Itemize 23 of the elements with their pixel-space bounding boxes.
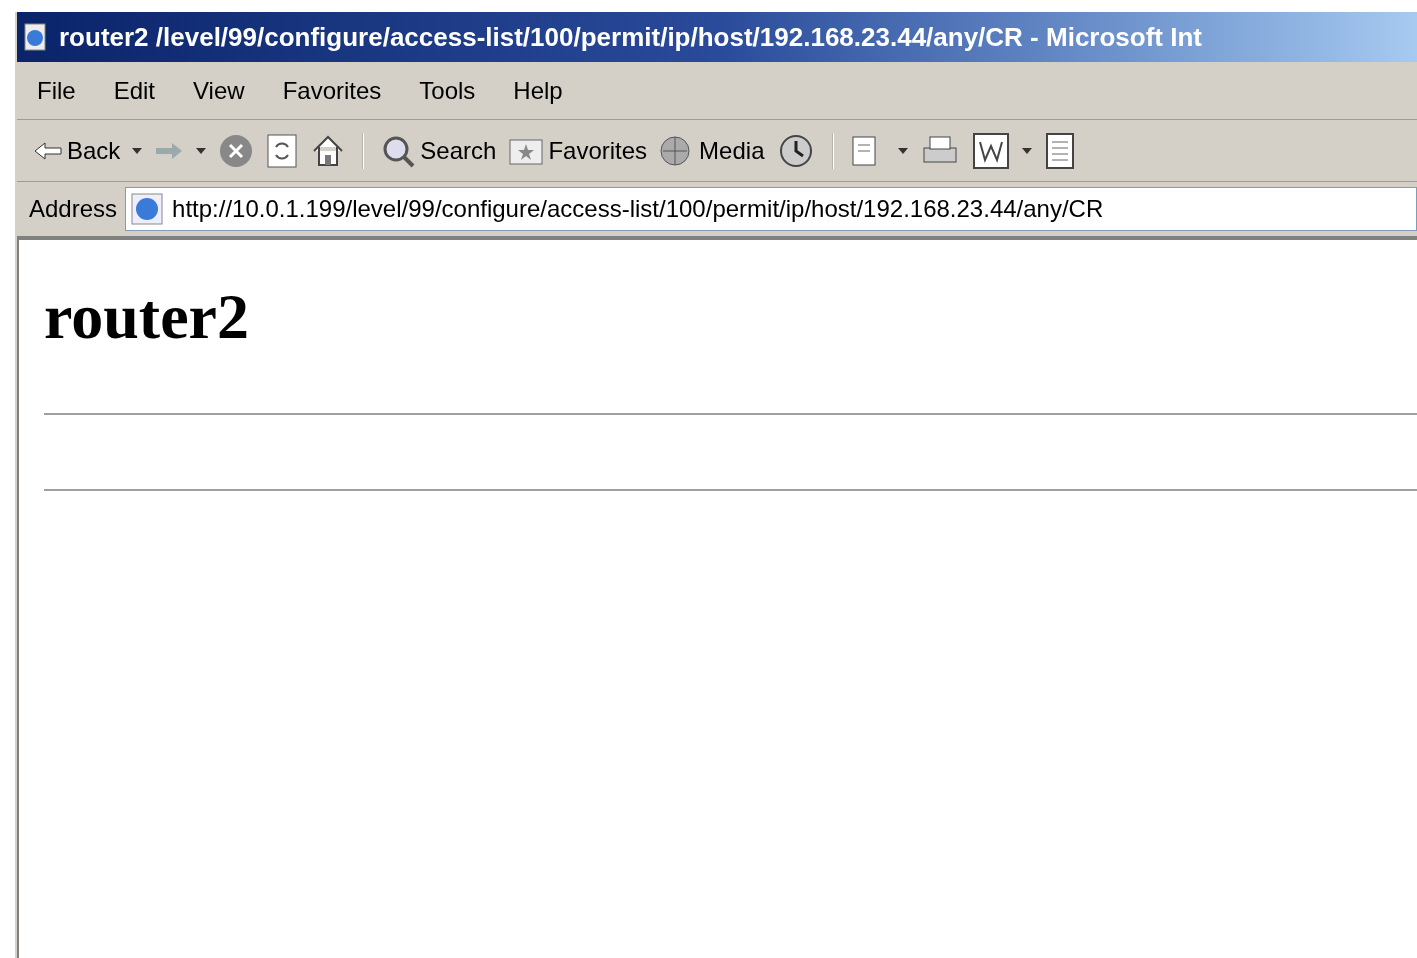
notepad-icon[interactable] — [1044, 131, 1077, 170]
document-icon[interactable] — [972, 131, 1011, 170]
media-button[interactable]: Media — [659, 132, 765, 169]
menu-item[interactable]: View — [193, 72, 245, 109]
address-field[interactable]: http://10.0.1.199/level/99/configure/access-list/100/permit/ip/host/192.168.23.44/any/CR — [125, 187, 1417, 231]
menu-item[interactable]: Help — [513, 72, 563, 109]
menu-item[interactable]: Tools — [419, 72, 476, 109]
back-arrow-icon — [33, 140, 63, 161]
page-icon — [130, 192, 165, 226]
stop-icon[interactable] — [218, 132, 255, 169]
menu-item[interactable]: Edit — [113, 72, 156, 109]
search-button[interactable]: Search — [380, 132, 497, 169]
back-button[interactable]: Back — [33, 132, 121, 169]
page-heading: router2 — [44, 285, 250, 349]
caret-icon[interactable] — [196, 147, 207, 154]
menu-item[interactable]: Favorites — [282, 72, 382, 109]
menu-item[interactable]: File — [37, 72, 76, 109]
address-label: Address — [29, 194, 118, 224]
window-title: router2 /level/99/configure/access-list/100/permit/ip/host/192.168.23.44/any/CR - Microsoft Int — [59, 20, 1202, 54]
caret-icon[interactable] — [1022, 147, 1033, 154]
favorites-button[interactable]: Favorites — [508, 132, 648, 169]
caret-icon[interactable] — [132, 147, 143, 154]
caret-icon[interactable] — [898, 147, 909, 154]
